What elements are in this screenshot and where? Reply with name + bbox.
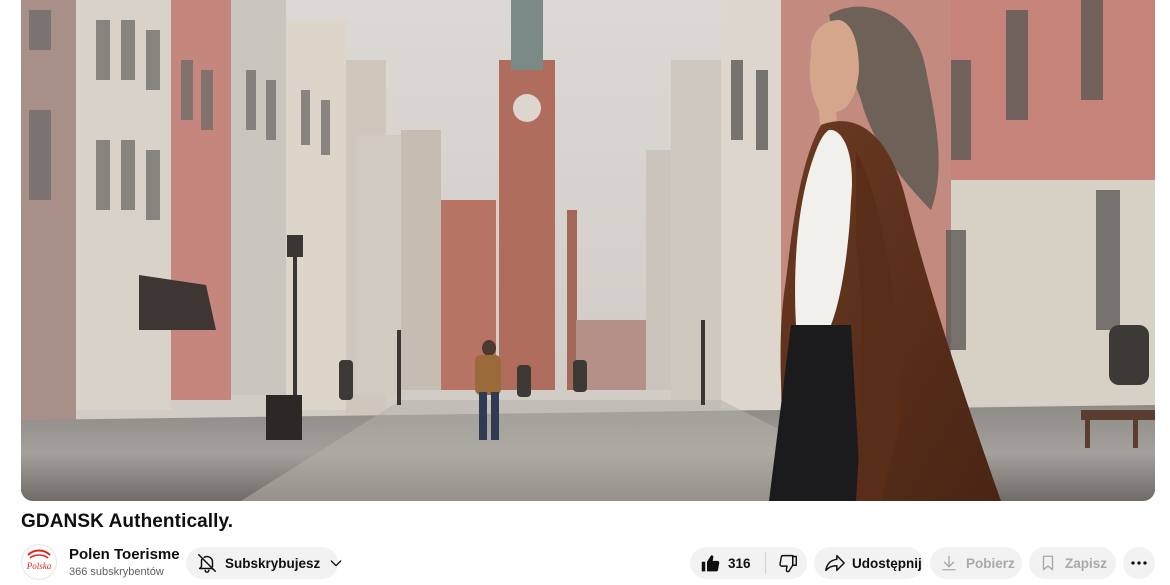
thumb-down-icon	[777, 553, 798, 574]
more-horizontal-icon	[1130, 554, 1148, 572]
video-frame	[21, 0, 1155, 501]
thumb-up-icon	[700, 553, 721, 574]
subscriber-count: 366 subskrybentów	[69, 565, 164, 578]
watch-page: GDANSK Authentically. Polska Polen Toeri…	[0, 0, 1170, 585]
like-count: 316	[728, 555, 751, 571]
download-label: Pobierz	[966, 555, 1015, 571]
channel-info: Polen Toerisme 366 subskrybentów	[69, 545, 180, 580]
video-player[interactable]	[21, 0, 1155, 501]
download-icon	[940, 554, 958, 572]
subscribed-label: Subskrybujesz	[225, 555, 321, 571]
chevron-down-icon	[328, 555, 344, 571]
polska-logo-icon: Polska	[26, 549, 52, 571]
bookmark-icon	[1039, 554, 1057, 572]
video-title: GDANSK Authentically.	[21, 511, 234, 532]
save-label: Zapisz	[1065, 555, 1108, 571]
share-label: Udostępnij	[852, 555, 922, 571]
like-divider	[764, 552, 766, 574]
subscribed-button[interactable]: Subskrybujesz	[186, 547, 342, 579]
channel-name[interactable]: Polen Toerisme	[69, 545, 180, 564]
download-button[interactable]: Pobierz	[930, 547, 1022, 579]
like-button[interactable]	[700, 553, 721, 574]
more-actions-button[interactable]	[1123, 547, 1155, 579]
avatar-logo-text: Polska	[26, 561, 52, 571]
bell-off-icon	[196, 552, 218, 574]
like-dislike-group: 316	[690, 547, 807, 579]
save-button[interactable]: Zapisz	[1029, 547, 1116, 579]
share-arrow-icon	[824, 552, 846, 574]
channel-avatar[interactable]: Polska	[21, 544, 57, 580]
channel-owner: Polska Polen Toerisme 366 subskrybentów	[21, 543, 180, 581]
dislike-button[interactable]	[777, 553, 798, 574]
share-button[interactable]: Udostępnij	[814, 547, 923, 579]
